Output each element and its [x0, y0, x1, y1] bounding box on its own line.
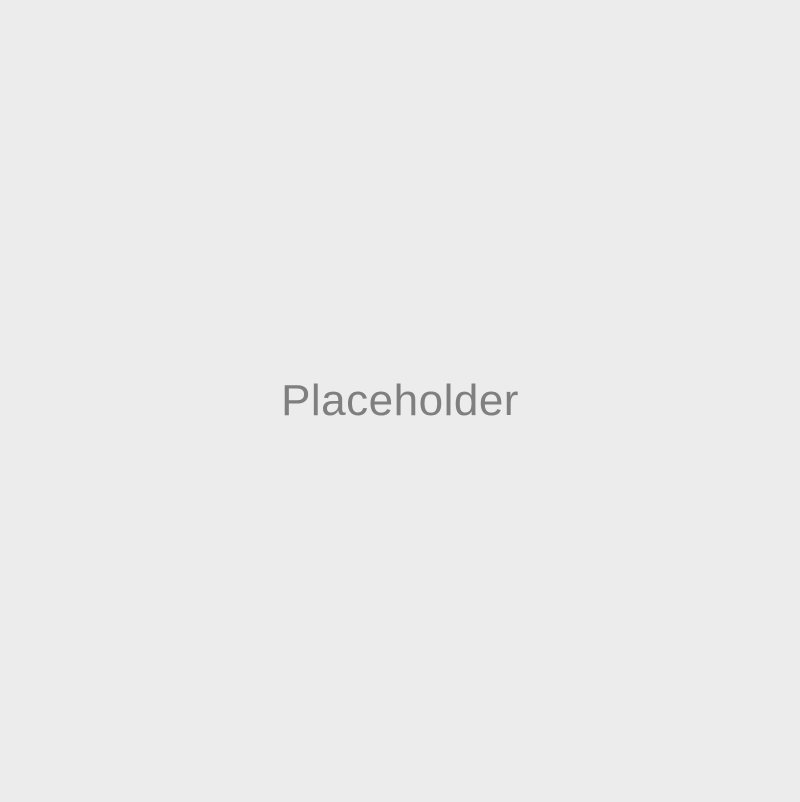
placeholder-image: Placeholder [0, 0, 800, 802]
placeholder-label: Placeholder [281, 376, 519, 425]
